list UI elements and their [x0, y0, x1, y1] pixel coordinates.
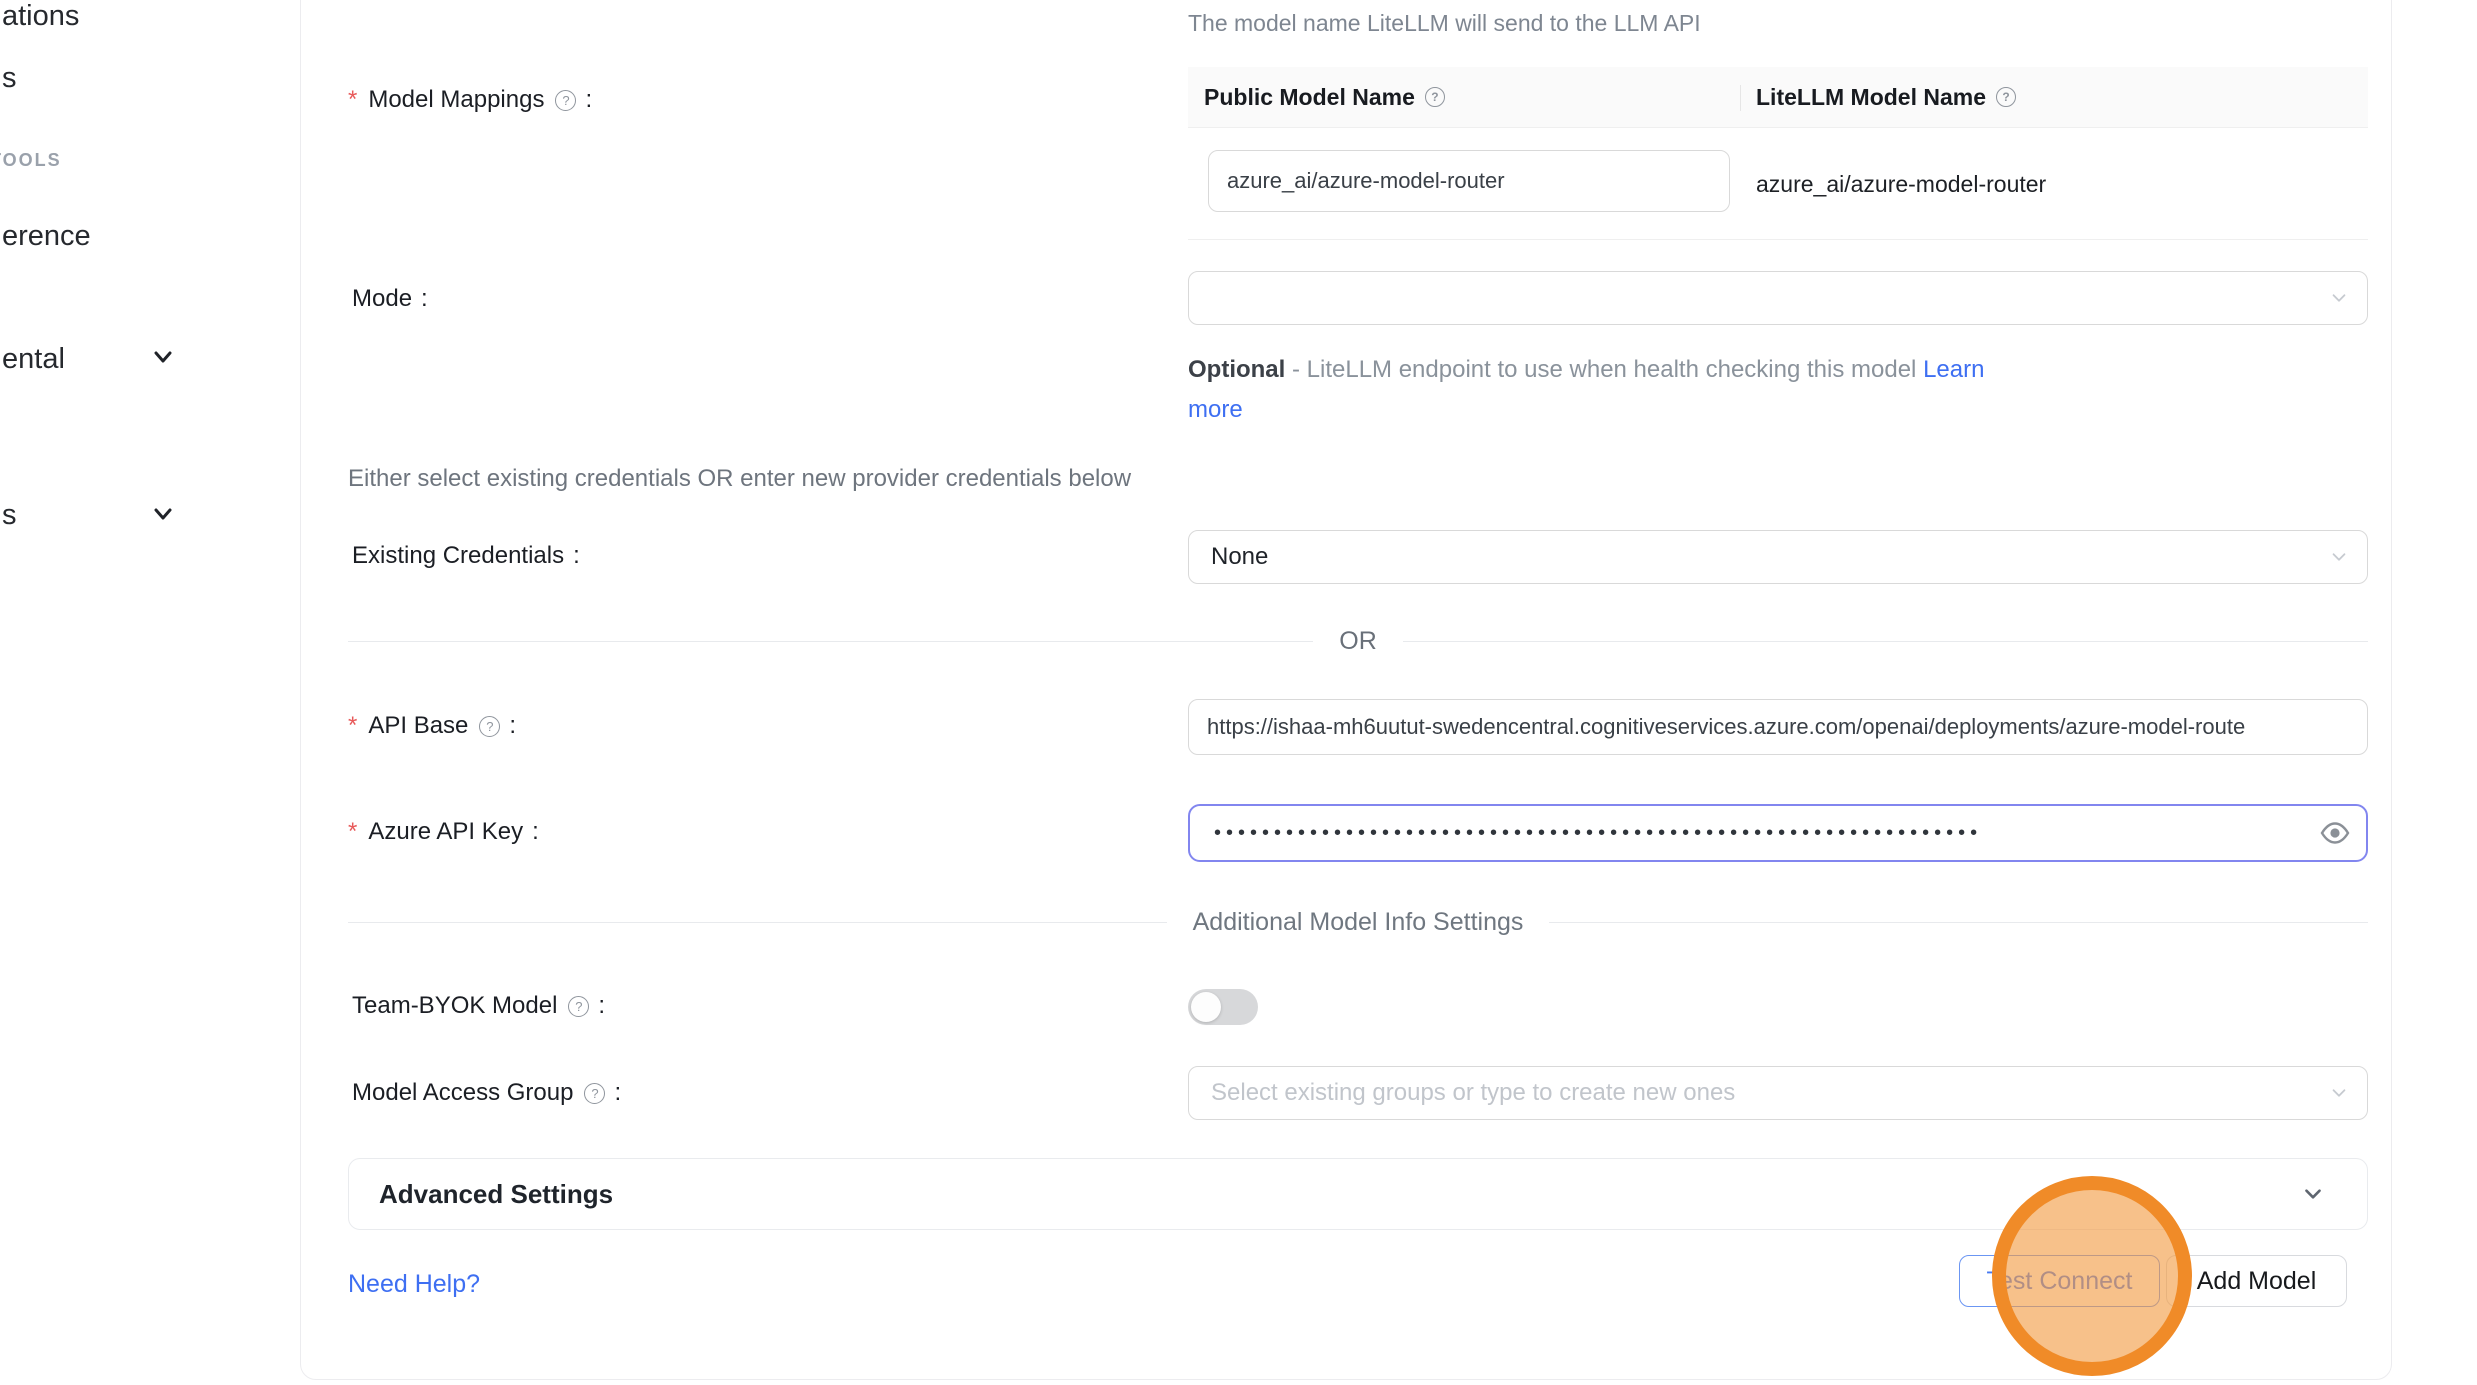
chevron-down-icon — [2301, 1182, 2325, 1206]
team-byok-label: Team-BYOK Model ? : — [352, 992, 605, 1020]
sidebar-item[interactable]: s — [2, 499, 17, 532]
required-asterisk: * — [348, 712, 357, 740]
sidebar-item[interactable]: s — [2, 62, 17, 95]
sidebar-item-experimental[interactable]: ental — [2, 343, 65, 376]
chevron-down-icon[interactable] — [152, 346, 174, 368]
chevron-down-icon — [2329, 288, 2349, 308]
existing-credentials-label: Existing Credentials : — [352, 542, 580, 570]
sidebar-item-organizations[interactable]: ations — [2, 0, 79, 33]
additional-settings-divider: Additional Model Info Settings — [348, 908, 2368, 937]
help-question-icon[interactable]: ? — [1425, 87, 1445, 107]
model-mappings-label: * Model Mappings ? : — [348, 86, 592, 114]
sidebar: ations s TOOLS erence ental s — [0, 0, 300, 1385]
mode-label: Mode : — [352, 285, 428, 313]
column-header-litellm-model-name: LiteLLM Model Name ? — [1740, 84, 2016, 111]
mode-select[interactable] — [1188, 271, 2368, 325]
api-base-input[interactable] — [1188, 699, 2368, 755]
add-model-page: ations s TOOLS erence ental s The model … — [0, 0, 2477, 1385]
help-question-icon[interactable]: ? — [1996, 87, 2016, 107]
model-access-group-label: Model Access Group ? : — [352, 1079, 621, 1107]
chevron-down-icon[interactable] — [152, 503, 174, 525]
litellm-model-name-value: azure_ai/azure-model-router — [1756, 128, 2046, 240]
model-mappings-table: Public Model Name ? LiteLLM Model Name ?… — [1188, 67, 2368, 240]
sidebar-section-tools: TOOLS — [0, 150, 62, 171]
chevron-down-icon — [2329, 547, 2349, 567]
model-name-helper-text: The model name LiteLLM will send to the … — [1188, 10, 1701, 37]
api-base-label: * API Base ? : — [348, 712, 516, 740]
azure-api-key-input[interactable]: ••••••••••••••••••••••••••••••••••••••••… — [1188, 804, 2368, 862]
learn-more-link[interactable]: more — [1188, 396, 1243, 423]
model-access-group-select[interactable]: Select existing groups or type to create… — [1188, 1066, 2368, 1120]
column-header-public-model-name: Public Model Name ? — [1188, 84, 1740, 111]
select-placeholder: Select existing groups or type to create… — [1211, 1079, 1735, 1107]
table-row: azure_ai/azure-model-router — [1188, 128, 2368, 240]
help-question-icon[interactable]: ? — [479, 716, 500, 737]
sidebar-item-inference[interactable]: erence — [2, 220, 91, 253]
table-header-row: Public Model Name ? LiteLLM Model Name ? — [1188, 67, 2368, 128]
help-question-icon[interactable]: ? — [555, 90, 576, 111]
public-model-name-input[interactable] — [1208, 150, 1730, 212]
required-asterisk: * — [348, 818, 357, 846]
toggle-knob — [1191, 992, 1221, 1022]
click-highlight-circle — [1992, 1176, 2192, 1376]
learn-more-link[interactable]: Learn — [1923, 356, 1984, 383]
team-byok-toggle[interactable] — [1188, 989, 1258, 1025]
credentials-note: Either select existing credentials OR en… — [348, 465, 1131, 493]
add-model-button[interactable]: Add Model — [2166, 1255, 2347, 1307]
chevron-down-icon — [2329, 1083, 2349, 1103]
masked-password-value: ••••••••••••••••••••••••••••••••••••••••… — [1214, 823, 1982, 843]
azure-api-key-label: * Azure API Key : — [348, 818, 539, 846]
help-question-icon[interactable]: ? — [584, 1083, 605, 1104]
eye-icon — [2320, 818, 2350, 848]
mode-help-text: Optional - LiteLLM endpoint to use when … — [1188, 350, 1984, 430]
selected-value: None — [1211, 543, 1268, 571]
toggle-password-visibility-button[interactable] — [2318, 816, 2352, 850]
need-help-link[interactable]: Need Help? — [348, 1270, 480, 1299]
or-divider: OR — [348, 627, 2368, 656]
help-question-icon[interactable]: ? — [568, 996, 589, 1017]
column-separator — [1740, 85, 1741, 111]
required-asterisk: * — [348, 86, 357, 114]
existing-credentials-select[interactable]: None — [1188, 530, 2368, 584]
